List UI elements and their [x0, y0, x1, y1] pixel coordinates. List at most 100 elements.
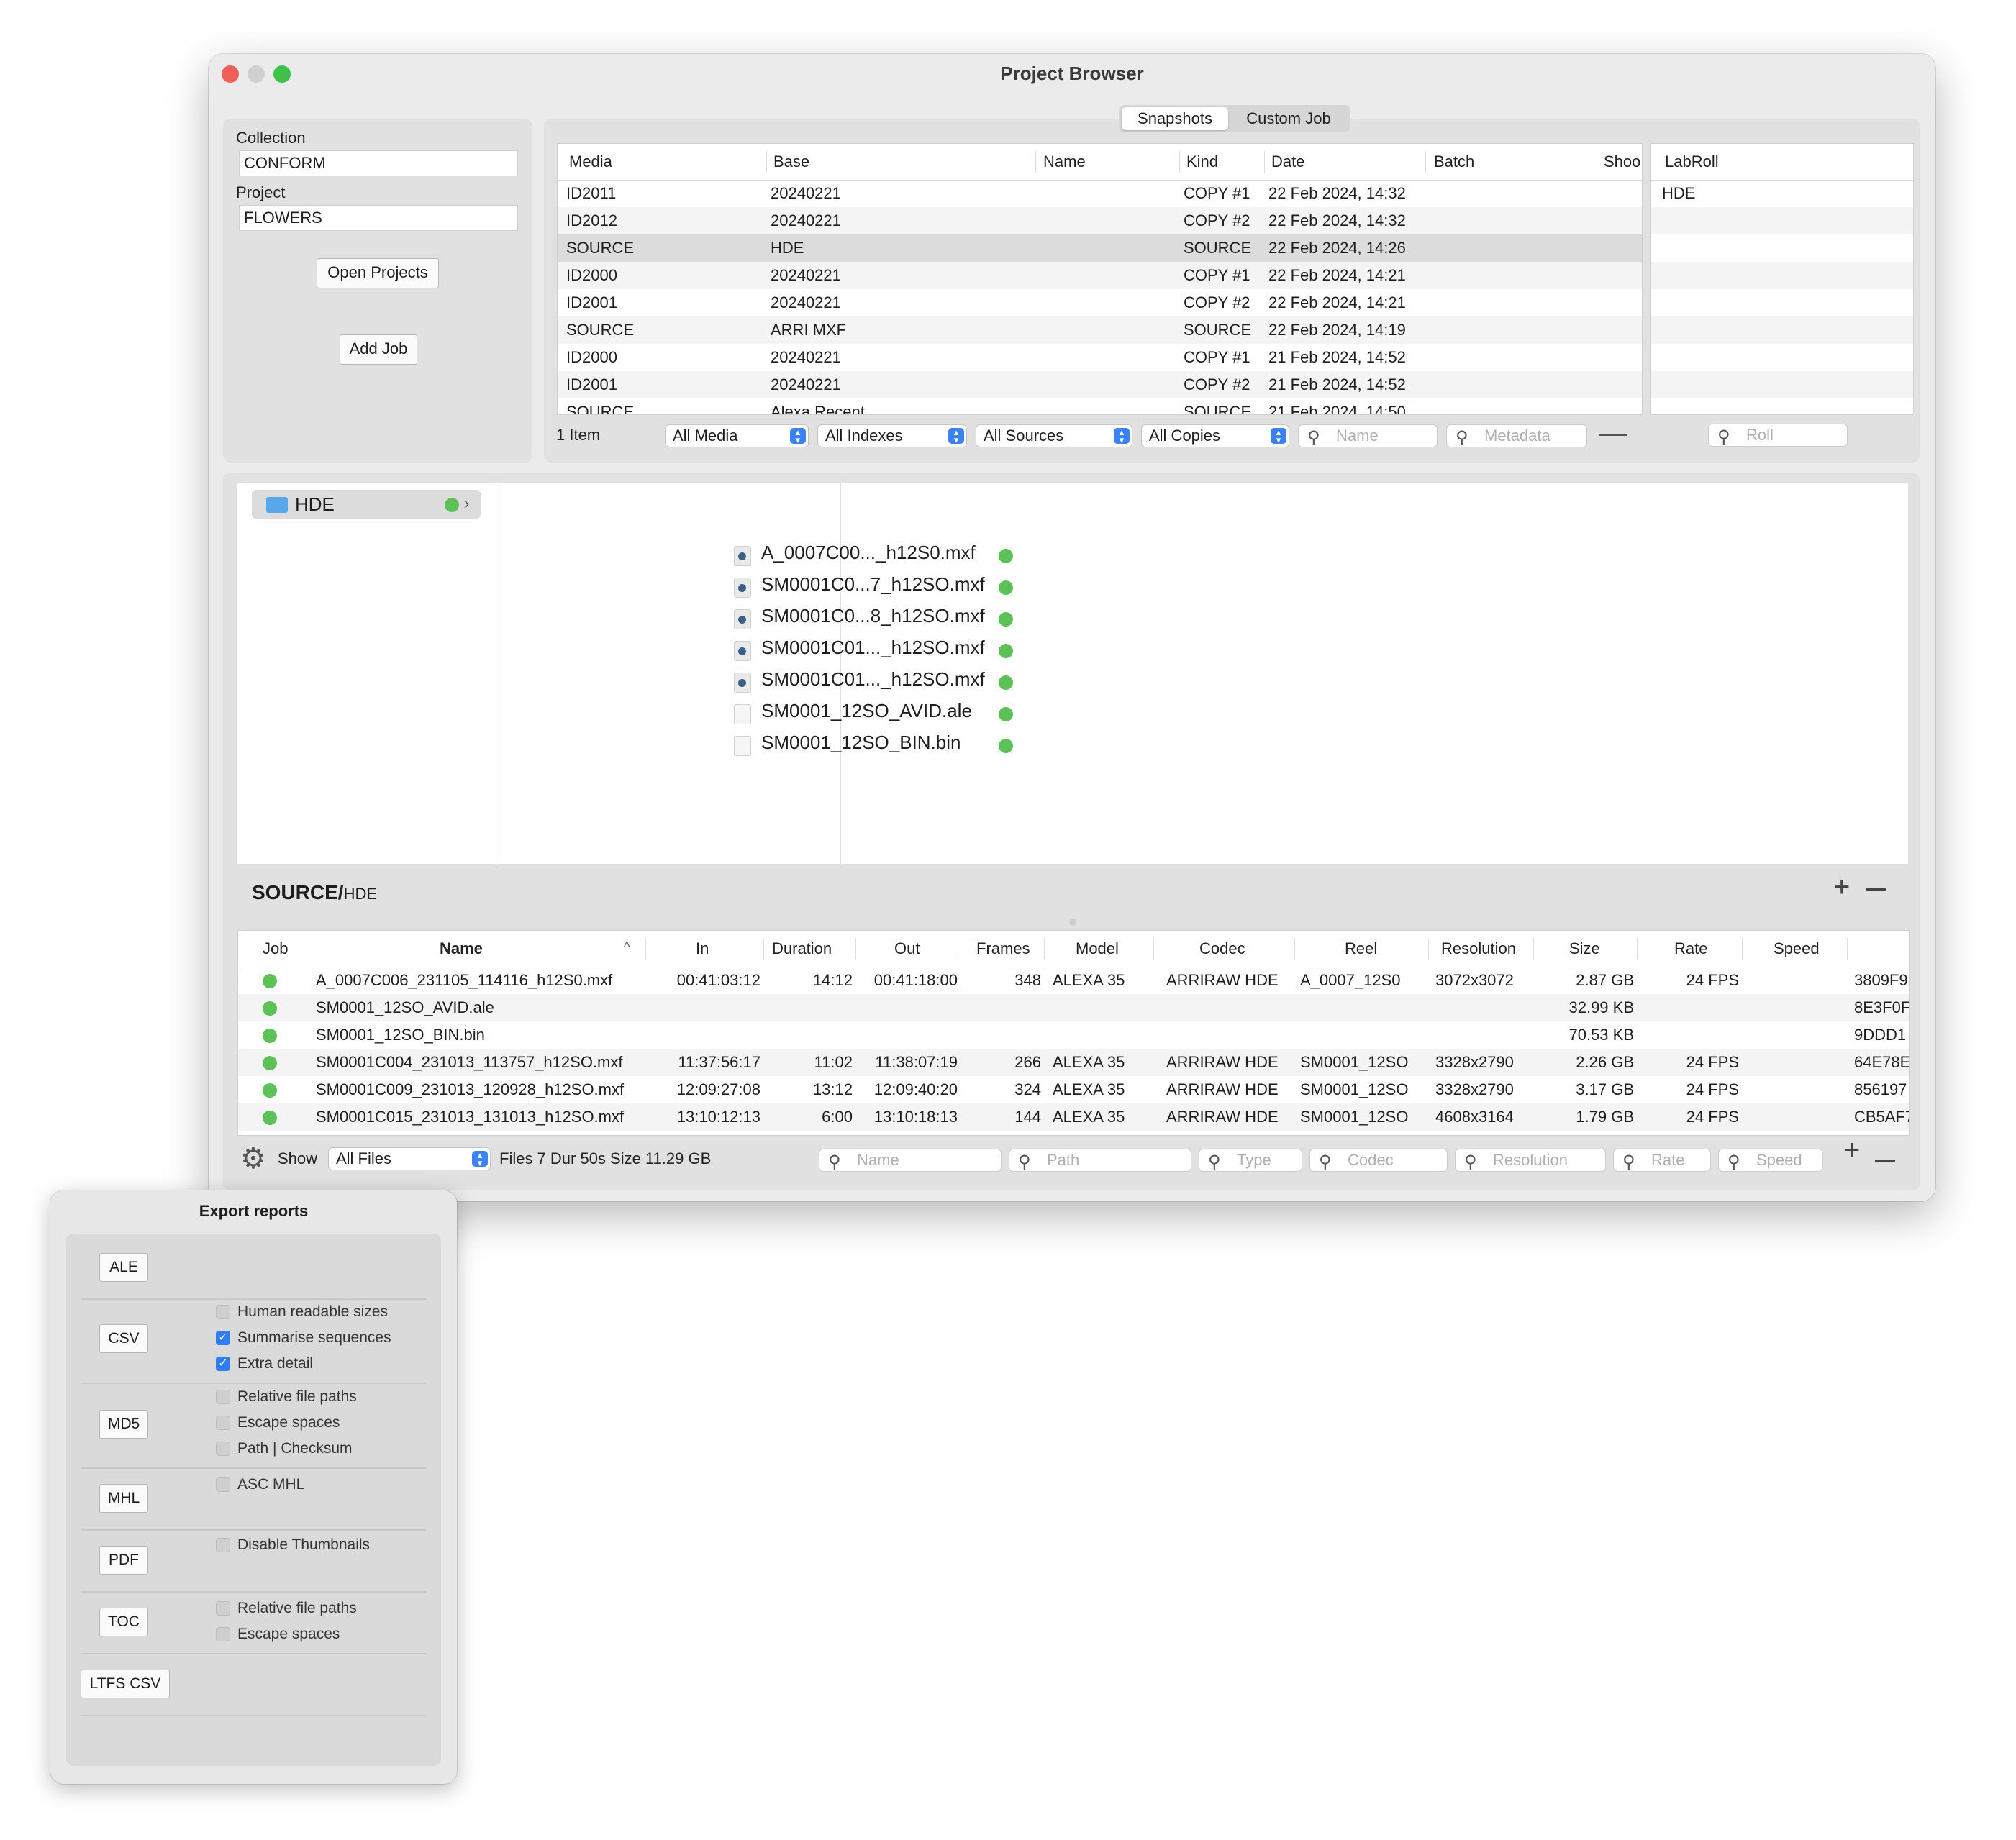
col-speed[interactable]: Speed: [1774, 939, 1820, 958]
col-date[interactable]: Date: [1271, 152, 1304, 171]
copies-filter[interactable]: All Copies ▴ ▾: [1141, 424, 1289, 447]
job-status-dot: [263, 1056, 277, 1070]
open-projects-button[interactable]: Open Projects: [317, 258, 439, 288]
col-rate[interactable]: Rate: [1674, 939, 1707, 958]
video-file-icon: [734, 546, 751, 566]
sources-filter[interactable]: All Sources ▴ ▾: [976, 424, 1132, 447]
folder-item-hde[interactable]: HDE ›: [252, 490, 481, 519]
mhl-export-button[interactable]: MHL: [99, 1484, 148, 1513]
col-name[interactable]: Name: [440, 939, 483, 958]
snapshot-row[interactable]: SOURCE ARRI MXF SOURCE 22 Feb 2024, 14:19: [558, 316, 1642, 344]
ltfs-csv-export-button[interactable]: LTFS CSV: [81, 1670, 170, 1698]
md5-relative-paths-checkbox[interactable]: Relative file paths: [216, 1388, 357, 1406]
file-table-row[interactable]: SM0001C009_231013_120928_h12SO.mxf 12:09:…: [238, 1076, 1909, 1103]
codec-filter-search[interactable]: ⚲ Codec: [1309, 1149, 1448, 1172]
file-table-row[interactable]: SM0001C004_231013_113757_h12SO.mxf 11:37:…: [238, 1049, 1909, 1076]
toc-export-button[interactable]: TOC: [99, 1608, 148, 1636]
tab-custom-job[interactable]: Custom Job: [1231, 107, 1346, 130]
col-out[interactable]: Out: [894, 939, 920, 958]
files-summary: Files 7 Dur 50s Size 11.29 GB: [499, 1149, 712, 1167]
path-filter-search[interactable]: ⚲ Path: [1009, 1149, 1191, 1172]
md5-escape-spaces-checkbox[interactable]: Escape spaces: [216, 1414, 340, 1431]
summarise-sequences-checkbox[interactable]: ✓ Summarise sequences: [216, 1329, 391, 1347]
col-labroll[interactable]: LabRoll: [1665, 152, 1719, 171]
snapshot-row[interactable]: ID2000 20240221 COPY #1 22 Feb 2024, 14:21: [558, 262, 1642, 289]
col-frames[interactable]: Frames: [976, 939, 1030, 958]
media-badge-icon: [738, 679, 746, 687]
file-table-row[interactable]: A_0007C006_231105_114116_h12S0.mxf 00:41:…: [238, 967, 1909, 994]
col-model[interactable]: Model: [1076, 939, 1119, 958]
name-filter-search[interactable]: ⚲ Name: [819, 1149, 1002, 1172]
col-name[interactable]: Name: [1043, 152, 1086, 171]
file-table-row[interactable]: SM0001_12SO_AVID.ale 32.99 KB 8E3F0F: [238, 994, 1909, 1021]
resolution-filter-search[interactable]: ⚲ Resolution: [1455, 1149, 1606, 1172]
snapshot-row[interactable]: SOURCE Alexa Recent SOURCE 21 Feb 2024, 14:…: [558, 398, 1642, 414]
show-filter[interactable]: All Files ▴ ▾: [328, 1147, 491, 1170]
col-job[interactable]: Job: [263, 939, 288, 958]
snapshot-row[interactable]: SOURCE HDE SOURCE 22 Feb 2024, 14:26: [558, 234, 1642, 262]
snapshot-row[interactable]: ID2001 20240221 COPY #2 22 Feb 2024, 14:21: [558, 289, 1642, 316]
ale-export-button[interactable]: ALE: [99, 1253, 148, 1282]
col-duration[interactable]: Duration: [772, 939, 832, 958]
human-readable-checkbox[interactable]: Human readable sizes: [216, 1303, 388, 1321]
status-dot: [445, 498, 459, 512]
collection-field[interactable]: CONFORM: [239, 150, 518, 176]
tab-snapshots[interactable]: Snapshots: [1122, 107, 1228, 130]
col-media[interactable]: Media: [569, 152, 612, 171]
browser-file-item[interactable]: SM0001C01..._h12SO.mxf: [734, 667, 1022, 698]
project-field[interactable]: FLOWERS: [239, 205, 518, 231]
pdf-export-button[interactable]: PDF: [99, 1546, 148, 1575]
col-kind[interactable]: Kind: [1186, 152, 1218, 171]
col-codec[interactable]: Codec: [1199, 939, 1245, 958]
col-size[interactable]: Size: [1569, 939, 1600, 958]
rate-filter-search[interactable]: ⚲ Rate: [1613, 1149, 1711, 1172]
file-table-row[interactable]: SM0001_12SO_BIN.bin 70.53 KB 9DDD1: [238, 1021, 1909, 1049]
toc-relative-paths-checkbox[interactable]: Relative file paths: [216, 1600, 357, 1617]
files-header: Job Name ^ In Duration Out Frames Model …: [238, 931, 1909, 967]
snapshots-table: Media Base Name Kind Date Batch Shoo ID2…: [557, 143, 1643, 415]
indexes-filter[interactable]: All Indexes ▴ ▾: [817, 424, 967, 447]
browser-file-item[interactable]: SM0001_12SO_AVID.ale: [734, 698, 1022, 730]
remove-icon[interactable]: [1866, 888, 1886, 891]
csv-export-button[interactable]: CSV: [99, 1324, 148, 1353]
browser-file-item[interactable]: SM0001C0...7_h12SO.mxf: [734, 572, 1022, 604]
roll-search[interactable]: ⚲ Roll: [1708, 424, 1848, 447]
speed-filter-search[interactable]: ⚲ Speed: [1718, 1149, 1823, 1172]
snapshot-row[interactable]: ID2001 20240221 COPY #2 21 Feb 2024, 14:52: [558, 371, 1642, 398]
add-icon[interactable]: +: [1833, 871, 1850, 903]
add-job-button[interactable]: Add Job: [340, 334, 417, 365]
media-filter[interactable]: All Media ▴ ▾: [665, 424, 809, 447]
add-filter-icon[interactable]: +: [1843, 1134, 1860, 1167]
snapshots-header: Media Base Name Kind Date Batch Shoo: [558, 144, 1642, 181]
browser-file-item[interactable]: SM0001C0...8_h12SO.mxf: [734, 604, 1022, 635]
disable-thumbnails-checkbox[interactable]: Disable Thumbnails: [216, 1536, 370, 1554]
extra-detail-checkbox[interactable]: ✓ Extra detail: [216, 1355, 313, 1372]
browser-file-item[interactable]: A_0007C00..._h12S0.mxf: [734, 540, 1022, 572]
file-table-row[interactable]: SM0001C015_231013_131013_h12SO.mxf 13:10:…: [238, 1103, 1909, 1131]
snapshot-row[interactable]: ID2000 20240221 COPY #1 21 Feb 2024, 14:52: [558, 344, 1642, 371]
export-reports-popover: Export reports ALE CSV Human readable si…: [50, 1190, 457, 1784]
col-resolution[interactable]: Resolution: [1441, 939, 1516, 958]
col-reel[interactable]: Reel: [1345, 939, 1377, 958]
path-checksum-checkbox[interactable]: Path | Checksum: [216, 1440, 353, 1457]
col-shoot[interactable]: Shoo: [1604, 152, 1641, 171]
asc-mhl-checkbox[interactable]: ASC MHL: [216, 1476, 304, 1493]
toc-escape-spaces-checkbox[interactable]: Escape spaces: [216, 1626, 340, 1643]
remove-filter-icon[interactable]: [1875, 1160, 1895, 1162]
snapshot-row[interactable]: ID2011 20240221 COPY #1 22 Feb 2024, 14:32: [558, 180, 1642, 207]
col-batch[interactable]: Batch: [1434, 152, 1474, 171]
search-icon: ⚲: [1464, 1152, 1477, 1172]
labroll-row[interactable]: HDE: [1651, 180, 1913, 207]
metadata-search[interactable]: ⚲ Metadata: [1446, 424, 1587, 447]
col-in[interactable]: In: [696, 939, 709, 958]
md5-export-button[interactable]: MD5: [99, 1410, 148, 1439]
snapshot-row[interactable]: ID2012 20240221 COPY #2 22 Feb 2024, 14:32: [558, 207, 1642, 234]
split-divider[interactable]: [237, 916, 1908, 927]
browser-file-item[interactable]: SM0001C01..._h12SO.mxf: [734, 635, 1022, 667]
col-base[interactable]: Base: [773, 152, 809, 171]
browser-file-item[interactable]: SM0001_12SO_BIN.bin: [734, 730, 1022, 762]
type-filter-search[interactable]: ⚲ Type: [1199, 1149, 1302, 1172]
gear-icon[interactable]: ⚙: [240, 1144, 266, 1173]
remove-filter-button[interactable]: [1599, 434, 1627, 436]
name-search[interactable]: ⚲ Name: [1298, 424, 1438, 447]
